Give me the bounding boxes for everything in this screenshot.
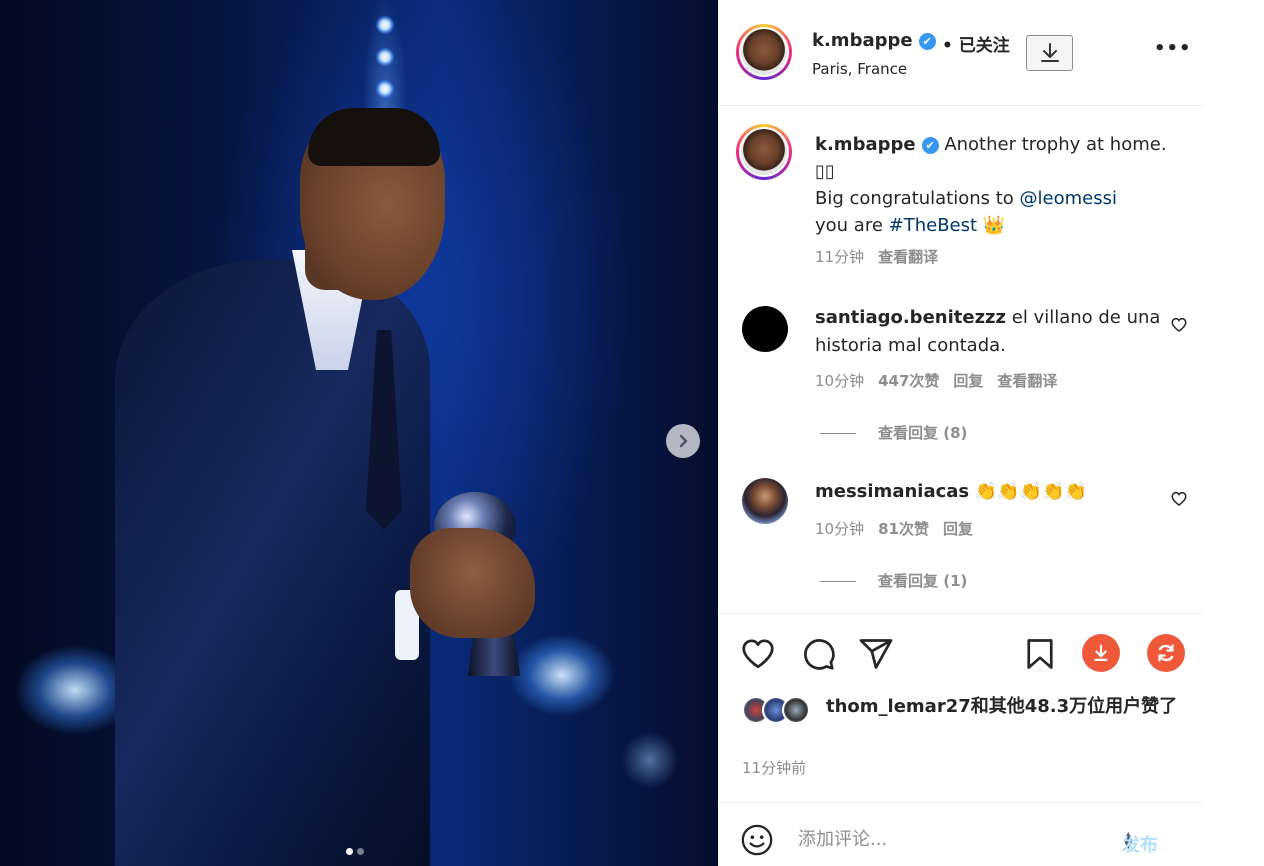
publish-button[interactable]: 发布 (1122, 831, 1158, 857)
comment-composer: ▲▼ 发布 (718, 802, 1202, 866)
post-location[interactable]: Paris, France (812, 60, 907, 78)
caption-line-3: you are (815, 215, 889, 236)
comment-like-heart-icon[interactable] (1170, 316, 1188, 334)
stage-light (376, 16, 394, 34)
carousel-indicator (346, 848, 364, 855)
chevron-right-icon (679, 434, 688, 448)
caption-time: 11分钟 (815, 248, 865, 266)
mention-link[interactable]: @leomessi (1020, 188, 1117, 209)
more-icon: ••• (1154, 38, 1192, 59)
likes-text[interactable]: thom_lemar27和其他48.3万位用户赞了 (826, 694, 1186, 720)
caption-box-glyphs: ▯▯ (815, 161, 835, 182)
view-replies-label: 查看回复 (1) (878, 572, 968, 590)
comment-text: 👏👏👏👏👏 (974, 481, 1087, 502)
more-options-button[interactable]: ••• (1154, 38, 1192, 59)
caption-text: k.mbappe ✔ Another trophy at home. ▯▯ Big… (815, 131, 1175, 239)
post-side-panel: k.mbappe ✔ • 已关注 Paris, France ••• k.mbap… (718, 0, 1202, 866)
post-header: k.mbappe ✔ • 已关注 Paris, France ••• (718, 0, 1202, 106)
commenter-username[interactable]: santiago.benitezzz (815, 307, 1006, 328)
refresh-circle-button[interactable] (1147, 634, 1185, 672)
liker-avatars[interactable] (742, 696, 822, 726)
instagram-post-page: k.mbappe ✔ • 已关注 Paris, France ••• k.mbap… (0, 0, 1264, 866)
caption-translate-link[interactable]: 查看翻译 (878, 248, 938, 266)
commenter-avatar[interactable] (742, 306, 788, 352)
download-circle-button[interactable] (1082, 634, 1120, 672)
comment-input[interactable] (798, 829, 1098, 850)
download-button[interactable] (1026, 35, 1073, 71)
share-icon[interactable] (858, 636, 894, 672)
comment-like-count[interactable]: 81次赞 (878, 520, 929, 538)
comment-like-count[interactable]: 447次赞 (878, 372, 939, 390)
comment-reply-link[interactable]: 回复 (953, 372, 983, 390)
post-actions (718, 613, 1202, 683)
author-username[interactable]: k.mbappe ✔ (812, 30, 936, 51)
comment-meta: 10分钟 81次赞 回复 (815, 518, 973, 539)
commenter-avatar[interactable] (742, 478, 788, 524)
comment-body: messimaniacas 👏👏👏👏👏 (815, 478, 1165, 506)
author-avatar[interactable] (736, 24, 792, 80)
author-username-text[interactable]: k.mbappe (812, 30, 913, 51)
emoji-icon[interactable] (740, 823, 774, 857)
posted-time[interactable]: 11分钟前 (742, 757, 806, 778)
post-image[interactable] (0, 0, 718, 866)
person-hair (308, 108, 440, 166)
bookmark-icon[interactable] (1022, 636, 1058, 672)
view-replies-label: 查看回复 (8) (878, 424, 968, 442)
refresh-circle-icon (1158, 644, 1174, 662)
commenter-username[interactable]: messimaniacas (815, 481, 969, 502)
download-icon (1040, 43, 1059, 62)
caption-username[interactable]: k.mbappe (815, 134, 916, 155)
verified-badge-icon: ✔ (921, 137, 939, 154)
replies-divider (820, 433, 856, 434)
view-replies-button[interactable]: 查看回复 (1) (820, 570, 967, 591)
caption-author-avatar[interactable] (736, 124, 792, 180)
comment-icon[interactable] (800, 636, 836, 672)
comment-time: 10分钟 (815, 520, 865, 538)
verified-badge-icon: ✔ (918, 33, 936, 50)
view-replies-button[interactable]: 查看回复 (8) (820, 422, 967, 443)
person-hands (410, 528, 535, 638)
crown-emoji: 👑 (982, 215, 1006, 236)
follow-status[interactable]: • 已关注 (942, 31, 1010, 56)
page-margin (1202, 0, 1264, 866)
caption-meta: 11分钟 查看翻译 (815, 246, 938, 267)
comment-body: santiago.benitezzz el villano de una his… (815, 304, 1165, 360)
caption-line-2: Big congratulations to (815, 188, 1020, 209)
comment-like-heart-icon[interactable] (1170, 490, 1188, 508)
carousel-dot-active (346, 848, 353, 855)
next-slide-button[interactable] (666, 424, 700, 458)
comment-reply-link[interactable]: 回复 (943, 520, 973, 538)
stage-light (376, 80, 394, 98)
replies-divider (820, 581, 856, 582)
comment-time: 10分钟 (815, 372, 865, 390)
download-circle-icon (1094, 644, 1108, 661)
post-caption: k.mbappe ✔ Another trophy at home. ▯▯ Big… (718, 106, 1202, 296)
carousel-dot (357, 848, 364, 855)
heart-icon[interactable] (740, 636, 776, 672)
comment-meta: 10分钟 447次赞 回复 查看翻译 (815, 370, 1057, 391)
caption-line-1: Another trophy at home. (944, 134, 1167, 155)
comment-translate-link[interactable]: 查看翻译 (997, 372, 1057, 390)
hashtag-link[interactable]: #TheBest (889, 215, 977, 236)
liker-avatar (782, 696, 810, 724)
stage-light (376, 48, 394, 66)
